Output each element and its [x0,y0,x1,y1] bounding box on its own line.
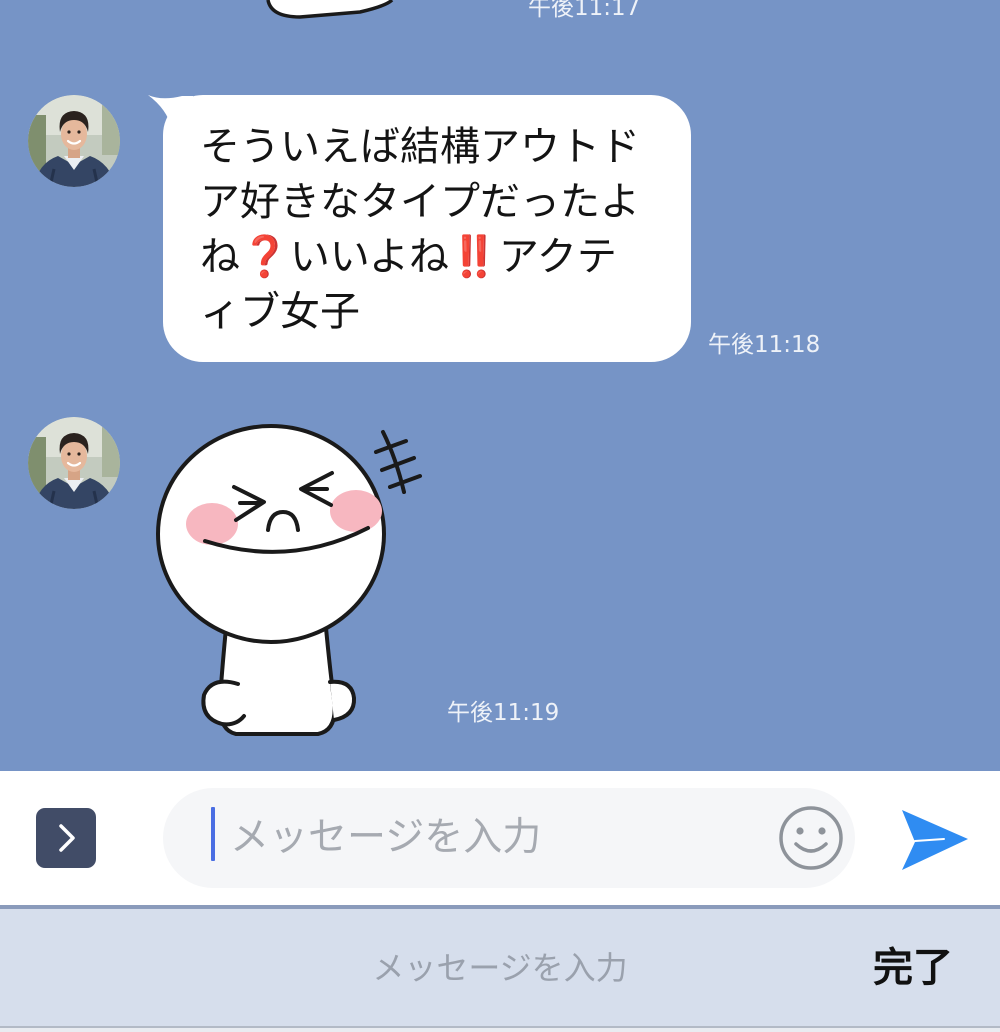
avatar[interactable] [28,95,120,187]
chat-area[interactable]: 午後11:17 そういえば結構アウトド ア好きなタイプだったよ ね❓いいよね‼️… [0,0,1000,771]
message-text-line: ね❓いいよね‼️アクテ [200,234,617,280]
text-caret [211,807,215,861]
done-button[interactable]: 完了 [873,944,953,992]
message-text-line: そういえば結構アウトド [200,124,640,170]
keyboard-accessory-bar: メッセージを入力 完了 [0,909,1000,1026]
avatar-photo [28,417,120,509]
message-bubble[interactable]: そういえば結構アウトド ア好きなタイプだったよ ね❓いいよね‼️アクテ ィブ女子 [163,95,691,362]
smiley-icon [779,806,843,870]
red-double-exclamation-emoji: ‼️ [449,234,499,280]
red-question-mark-emoji: ❓ [240,234,290,280]
laughing-sticker[interactable] [150,420,435,740]
chevron-right-icon [59,824,75,852]
avatar[interactable] [28,417,120,509]
message-timestamp: 午後11:18 [708,332,821,358]
emoji-button[interactable] [777,804,845,872]
message-input-container[interactable] [163,788,855,888]
message-composer [0,771,1000,905]
message-timestamp: 午後11:17 [528,0,641,21]
message-text-line: ィブ女子 [200,289,360,335]
send-button[interactable] [898,808,972,874]
previous-sticker[interactable] [260,0,400,22]
expand-menu-button[interactable] [36,808,96,868]
keyboard-bar-bottom-border [0,1026,1000,1028]
avatar-photo [28,95,120,187]
message-timestamp: 午後11:19 [447,700,560,726]
send-icon [902,810,968,870]
message-text-line: ア好きなタイプだったよ [200,179,640,225]
keyboard-input-preview: メッセージを入力 [372,949,628,987]
message-input[interactable] [230,813,760,863]
